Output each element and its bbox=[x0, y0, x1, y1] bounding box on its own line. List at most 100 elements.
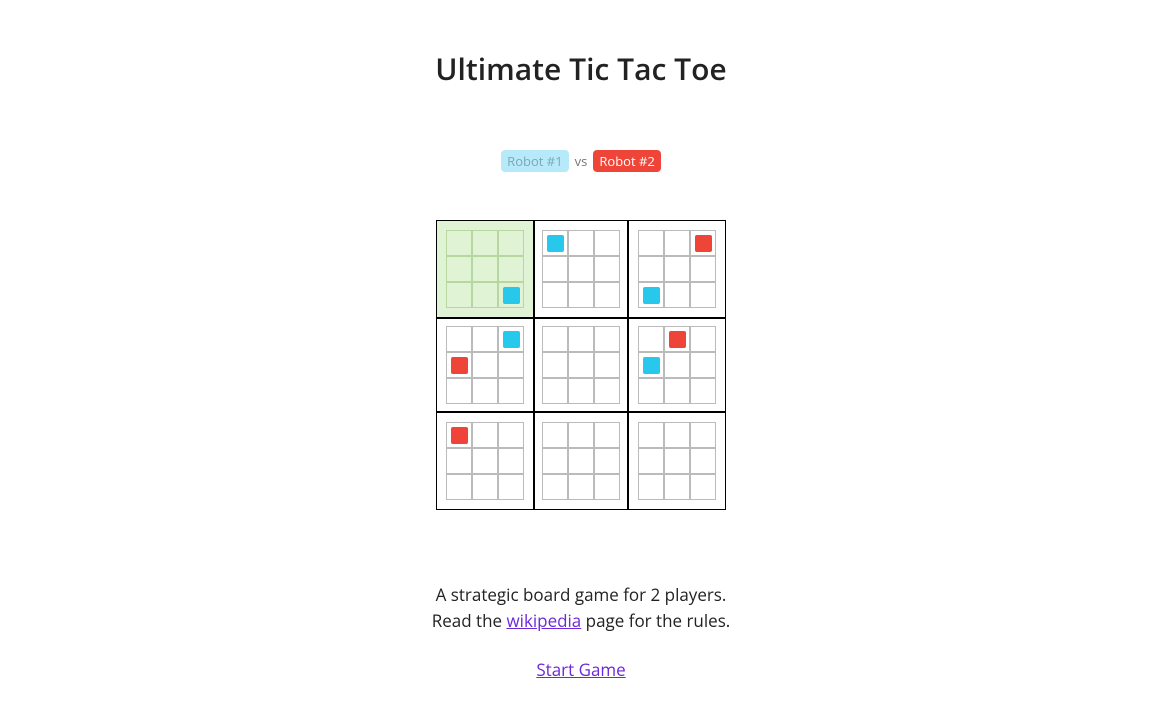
cell-4-0[interactable] bbox=[542, 326, 568, 352]
cell-4-1[interactable] bbox=[568, 326, 594, 352]
cell-3-1[interactable] bbox=[472, 326, 498, 352]
small-board-7 bbox=[542, 422, 620, 500]
cell-1-4[interactable] bbox=[568, 256, 594, 282]
cell-8-4[interactable] bbox=[664, 448, 690, 474]
cell-1-5[interactable] bbox=[594, 256, 620, 282]
cell-8-0[interactable] bbox=[638, 422, 664, 448]
cell-8-2[interactable] bbox=[690, 422, 716, 448]
small-board-6 bbox=[446, 422, 524, 500]
cell-3-3[interactable] bbox=[446, 352, 472, 378]
cell-7-2[interactable] bbox=[594, 422, 620, 448]
cell-1-7[interactable] bbox=[568, 282, 594, 308]
cell-7-7[interactable] bbox=[568, 474, 594, 500]
cell-4-5[interactable] bbox=[594, 352, 620, 378]
cell-0-1[interactable] bbox=[472, 230, 498, 256]
cell-1-3[interactable] bbox=[542, 256, 568, 282]
small-board-0 bbox=[446, 230, 524, 308]
cell-8-1[interactable] bbox=[664, 422, 690, 448]
cell-0-0[interactable] bbox=[446, 230, 472, 256]
small-board-3 bbox=[446, 326, 524, 404]
cell-5-7[interactable] bbox=[664, 378, 690, 404]
cell-3-4[interactable] bbox=[472, 352, 498, 378]
cell-3-5[interactable] bbox=[498, 352, 524, 378]
cell-5-0[interactable] bbox=[638, 326, 664, 352]
player2-mark bbox=[695, 235, 712, 252]
cell-0-3[interactable] bbox=[446, 256, 472, 282]
cell-8-5[interactable] bbox=[690, 448, 716, 474]
cell-3-8[interactable] bbox=[498, 378, 524, 404]
cell-8-8[interactable] bbox=[690, 474, 716, 500]
cell-7-3[interactable] bbox=[542, 448, 568, 474]
cell-2-4[interactable] bbox=[664, 256, 690, 282]
cell-6-1[interactable] bbox=[472, 422, 498, 448]
cell-4-3[interactable] bbox=[542, 352, 568, 378]
cell-1-1[interactable] bbox=[568, 230, 594, 256]
cell-7-0[interactable] bbox=[542, 422, 568, 448]
cell-5-8[interactable] bbox=[690, 378, 716, 404]
cell-5-6[interactable] bbox=[638, 378, 664, 404]
big-cell-4 bbox=[533, 317, 629, 413]
cell-0-4[interactable] bbox=[472, 256, 498, 282]
cell-2-1[interactable] bbox=[664, 230, 690, 256]
player1-mark bbox=[547, 235, 564, 252]
cell-5-5[interactable] bbox=[690, 352, 716, 378]
vs-label: vs bbox=[575, 152, 588, 170]
cell-7-6[interactable] bbox=[542, 474, 568, 500]
player1-mark bbox=[503, 331, 520, 348]
player2-badge: Robot #2 bbox=[593, 150, 660, 172]
cell-2-5[interactable] bbox=[690, 256, 716, 282]
cell-2-8[interactable] bbox=[690, 282, 716, 308]
cell-4-6[interactable] bbox=[542, 378, 568, 404]
cell-1-2[interactable] bbox=[594, 230, 620, 256]
cell-1-8[interactable] bbox=[594, 282, 620, 308]
cell-2-0[interactable] bbox=[638, 230, 664, 256]
cell-6-0[interactable] bbox=[446, 422, 472, 448]
cell-0-6[interactable] bbox=[446, 282, 472, 308]
cell-6-8[interactable] bbox=[498, 474, 524, 500]
cell-0-5[interactable] bbox=[498, 256, 524, 282]
cell-6-4[interactable] bbox=[472, 448, 498, 474]
cell-0-8[interactable] bbox=[498, 282, 524, 308]
cell-2-7[interactable] bbox=[664, 282, 690, 308]
player2-mark bbox=[669, 331, 686, 348]
cell-4-4[interactable] bbox=[568, 352, 594, 378]
cell-5-4[interactable] bbox=[664, 352, 690, 378]
cell-3-7[interactable] bbox=[472, 378, 498, 404]
cell-6-7[interactable] bbox=[472, 474, 498, 500]
game-board bbox=[436, 220, 726, 510]
cell-3-0[interactable] bbox=[446, 326, 472, 352]
cell-7-8[interactable] bbox=[594, 474, 620, 500]
cell-2-6[interactable] bbox=[638, 282, 664, 308]
cell-6-3[interactable] bbox=[446, 448, 472, 474]
cell-0-2[interactable] bbox=[498, 230, 524, 256]
cell-6-6[interactable] bbox=[446, 474, 472, 500]
cell-8-6[interactable] bbox=[638, 474, 664, 500]
cell-5-2[interactable] bbox=[690, 326, 716, 352]
cell-7-1[interactable] bbox=[568, 422, 594, 448]
cell-1-0[interactable] bbox=[542, 230, 568, 256]
cell-5-3[interactable] bbox=[638, 352, 664, 378]
cell-8-3[interactable] bbox=[638, 448, 664, 474]
cell-1-6[interactable] bbox=[542, 282, 568, 308]
big-cell-0 bbox=[437, 221, 533, 317]
start-game-link[interactable]: Start Game bbox=[536, 657, 625, 683]
cell-7-4[interactable] bbox=[568, 448, 594, 474]
cell-6-2[interactable] bbox=[498, 422, 524, 448]
cell-3-2[interactable] bbox=[498, 326, 524, 352]
cell-0-7[interactable] bbox=[472, 282, 498, 308]
cell-2-3[interactable] bbox=[638, 256, 664, 282]
cell-4-2[interactable] bbox=[594, 326, 620, 352]
cell-2-2[interactable] bbox=[690, 230, 716, 256]
cell-6-5[interactable] bbox=[498, 448, 524, 474]
cell-4-7[interactable] bbox=[568, 378, 594, 404]
cell-7-5[interactable] bbox=[594, 448, 620, 474]
cell-3-6[interactable] bbox=[446, 378, 472, 404]
player-indicator: Robot #1 vs Robot #2 bbox=[501, 150, 661, 172]
cell-4-8[interactable] bbox=[594, 378, 620, 404]
cell-8-7[interactable] bbox=[664, 474, 690, 500]
big-cell-8 bbox=[629, 413, 725, 509]
cell-5-1[interactable] bbox=[664, 326, 690, 352]
footer-line1: A strategic board game for 2 players. bbox=[0, 582, 1162, 608]
footer-text: A strategic board game for 2 players. Re… bbox=[0, 582, 1162, 683]
wikipedia-link[interactable]: wikipedia bbox=[506, 609, 581, 632]
